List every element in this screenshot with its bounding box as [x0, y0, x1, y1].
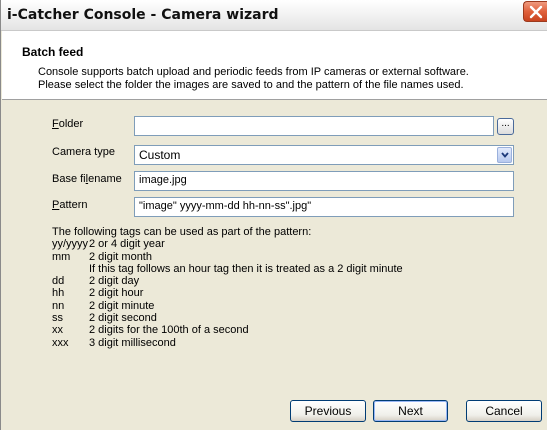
- pattern-label: Pattern: [52, 199, 88, 211]
- base-filename-label: Base filename: [52, 173, 122, 185]
- base-filename-input[interactable]: image.jpg: [134, 171, 514, 191]
- tag-row: If this tag follows an hour tag then it …: [89, 262, 403, 275]
- browse-folder-button[interactable]: ...: [497, 118, 514, 135]
- tags-help: The following tags can be used as part o…: [52, 226, 403, 349]
- camera-type-select[interactable]: Custom: [134, 145, 514, 165]
- wizard-header: Batch feed Console supports batch upload…: [2, 31, 547, 100]
- close-icon: [529, 5, 543, 19]
- window-title: i-Catcher Console - Camera wizard: [7, 7, 279, 23]
- camera-type-label: Camera type: [52, 146, 115, 158]
- tag-row: nn 2 digit minute: [52, 299, 155, 312]
- wizard-window: i-Catcher Console - Camera wizard Batch …: [0, 0, 547, 430]
- previous-button[interactable]: Previous: [290, 400, 366, 422]
- folder-input[interactable]: [134, 116, 494, 136]
- tag-row: hh 2 digit hour: [52, 287, 144, 300]
- next-button[interactable]: Next: [373, 400, 448, 422]
- camera-type-dropdown-button[interactable]: [497, 147, 512, 163]
- tag-row: ss 2 digit second: [52, 312, 157, 325]
- tag-row: dd 2 digit day: [52, 275, 140, 288]
- page-description: Console supports batch upload and period…: [38, 66, 469, 92]
- tag-row: mm 2 digit month: [52, 250, 152, 263]
- description-line: Console supports batch upload and period…: [38, 66, 469, 78]
- cancel-button[interactable]: Cancel: [466, 400, 542, 422]
- tag-row: xxx 3 digit millisecond: [52, 336, 176, 349]
- camera-type-value: Custom: [139, 148, 181, 162]
- description-line: Please select the folder the images are …: [38, 79, 464, 91]
- title-bar[interactable]: i-Catcher Console - Camera wizard: [1, 0, 547, 31]
- folder-label: Folder: [52, 118, 84, 130]
- tag-row: yy/yyyy 2 or 4 digit year: [52, 238, 165, 251]
- page-title: Batch feed: [22, 45, 84, 59]
- tags-intro: The following tags can be used as part o…: [52, 226, 312, 238]
- tag-row: xx 2 digits for the 100th of a second: [52, 324, 249, 337]
- chevron-down-icon: [501, 152, 509, 158]
- pattern-input[interactable]: "image" yyyy-mm-dd hh-nn-ss".jpg": [134, 197, 514, 217]
- close-button[interactable]: [523, 1, 547, 22]
